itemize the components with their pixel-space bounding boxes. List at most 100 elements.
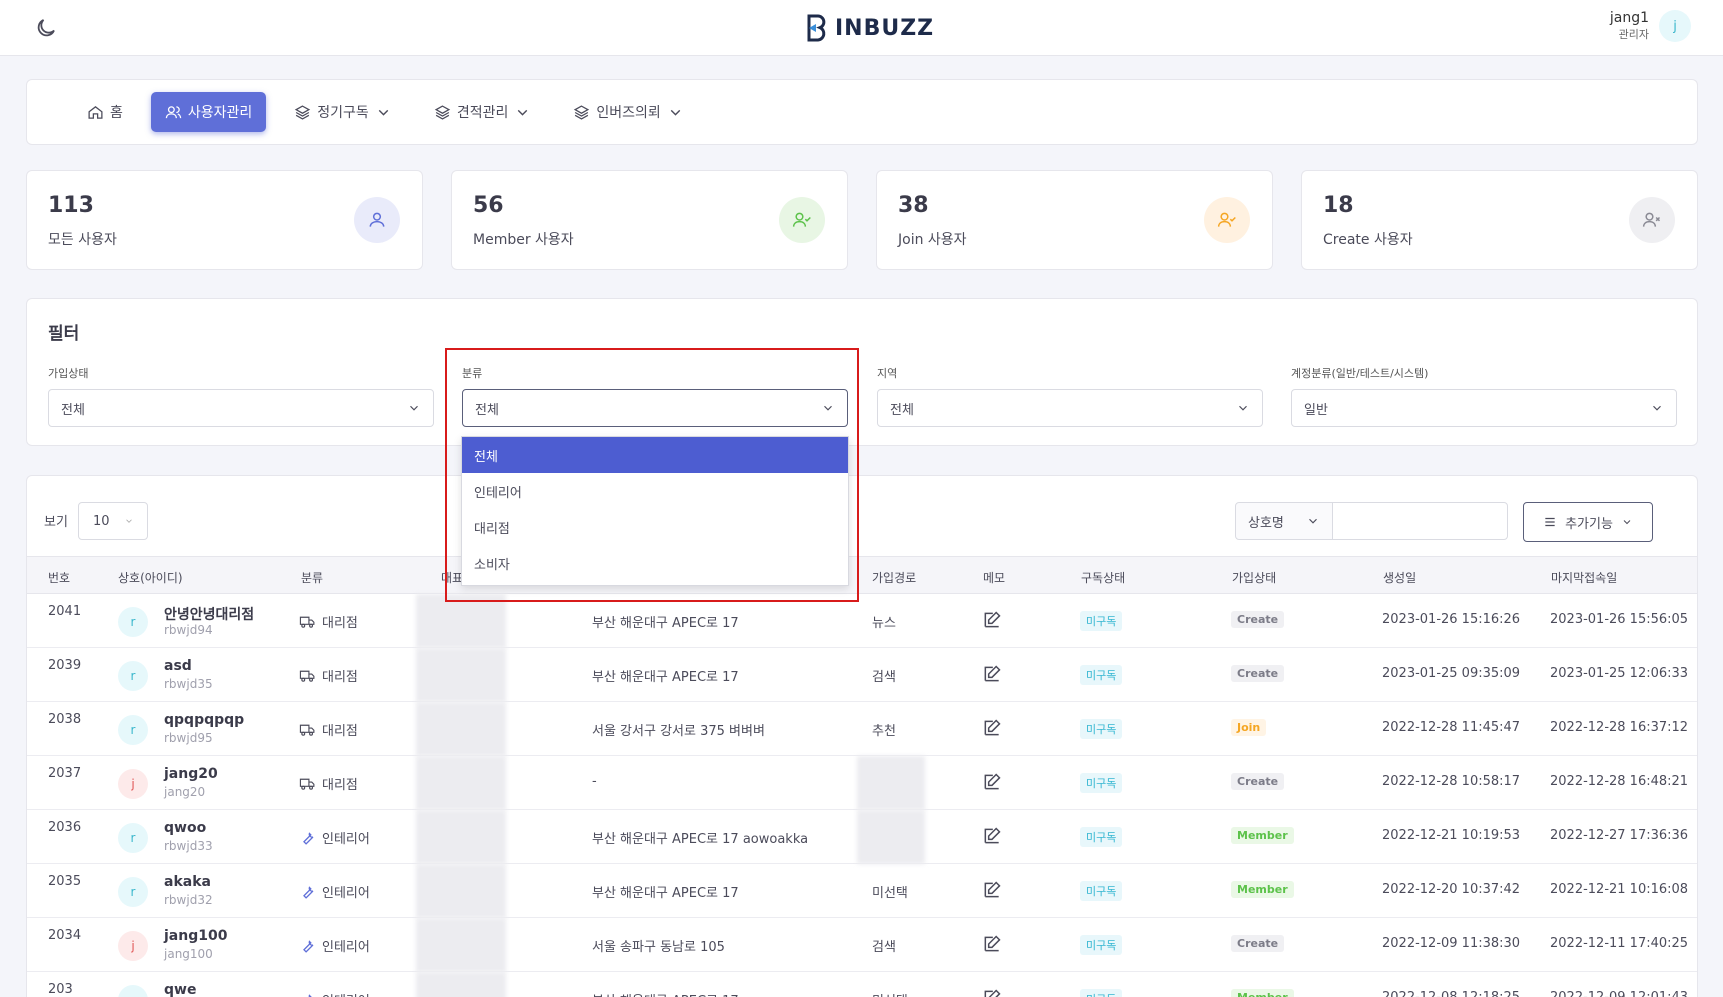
user-check-icon [1204, 197, 1250, 243]
edit-icon[interactable] [982, 934, 1002, 954]
address: 부산 해운대구 APEC로 17 [592, 616, 739, 631]
table-row[interactable]: 2034 j jang100 jang100 인테리어 서울 송파구 동남로 105 검색 미… [27, 918, 1697, 972]
company-name[interactable]: jang100 [164, 928, 227, 944]
th-last-access[interactable]: 마지막접속일 [1551, 569, 1617, 586]
th-created[interactable]: 생성일 [1383, 569, 1416, 586]
stat-card-join: 38 Join 사용자 [876, 170, 1273, 270]
redacted-signup-path [857, 810, 925, 864]
dropdown-option[interactable]: 소비자 [462, 545, 848, 581]
signup-path: 검색 [872, 670, 896, 685]
moon-icon[interactable] [34, 16, 58, 40]
nav-home[interactable]: 홈 [73, 92, 137, 132]
company-name[interactable]: asd [164, 658, 192, 674]
filter-label: 계정분류(일반/테스트/시스템) [1291, 367, 1429, 380]
filter-panel: 필터 가입상태 전체 분류 전체 지역 전체 계정분류(일반/테스트/시스템) … [26, 298, 1698, 446]
th-subscription[interactable]: 구독상태 [1081, 569, 1125, 586]
dropdown-option[interactable]: 인테리어 [462, 473, 848, 509]
user-menu[interactable]: jang1 관리자 j [1610, 10, 1691, 42]
th-memo[interactable]: 메모 [983, 569, 1005, 586]
avatar: r [118, 877, 148, 907]
th-representative[interactable]: 대표 [441, 569, 463, 586]
dropdown-option[interactable]: 대리점 [462, 509, 848, 545]
category-cell: 대리점 [299, 666, 358, 685]
edit-icon[interactable] [982, 610, 1002, 630]
category-label: 인테리어 [322, 990, 370, 997]
avatar: r [118, 823, 148, 853]
page-size-label: 보기 [44, 515, 68, 530]
status-badge: Member [1231, 827, 1294, 844]
edit-icon[interactable] [982, 988, 1002, 997]
company-name[interactable]: akaka [164, 874, 211, 890]
th-signup-path[interactable]: 가입경로 [872, 569, 916, 586]
address: 서울 강서구 강서로 375 벼벼벼 [592, 724, 765, 739]
nav-subscription[interactable]: 정기구독 [280, 92, 406, 132]
company-name[interactable]: qwe [164, 982, 196, 997]
edit-icon[interactable] [982, 772, 1002, 792]
company-name[interactable]: 안녕안녕대리점 [164, 604, 254, 624]
status-badge: Create [1231, 773, 1285, 790]
edit-icon[interactable] [982, 664, 1002, 684]
avatar: j [118, 769, 148, 799]
table-row[interactable]: 2036 r qwoo rbwjd33 인테리어 부산 해운대구 APEC로 17 aow… [27, 810, 1697, 864]
category-select[interactable]: 전체 [462, 389, 848, 427]
table-row[interactable]: 2037 j jang20 jang20 대리점 - 미구독 Create 2022-12-28… [27, 756, 1697, 810]
select-value: 10 [93, 513, 110, 529]
table-row[interactable]: 2038 r qpqpqpqp rbwjd95 대리점 서울 강서구 강서로 375 벼벼… [27, 702, 1697, 756]
category-cell: 인테리어 [299, 990, 370, 997]
th-join-status[interactable]: 가입상태 [1232, 569, 1276, 586]
table-row[interactable]: 2035 r akaka rbwjd32 인테리어 부산 해운대구 APEC로 17 미선택… [27, 864, 1697, 918]
search-type-select[interactable]: 상호명 [1235, 502, 1333, 540]
edit-icon[interactable] [982, 826, 1002, 846]
nav-estimate[interactable]: 견적관리 [420, 92, 546, 132]
redacted-representative [416, 972, 506, 997]
address: 부산 해운대구 APEC로 17 [592, 990, 739, 997]
truck-icon [299, 724, 315, 736]
filter-region: 지역 전체 [877, 365, 1263, 427]
address: 서울 송파구 동남로 105 [592, 940, 725, 955]
layers-icon [434, 104, 451, 120]
company-name[interactable]: jang20 [164, 766, 218, 782]
account-type-select[interactable]: 일반 [1291, 389, 1677, 427]
created-date: 2022-12-20 10:37:42 [1382, 882, 1521, 897]
user-table-panel: 보기 10 상호명 추가기능 번호 상호(아이디) 분류 대표 가입경로 메모 … [26, 475, 1698, 997]
stat-card-all: 113 모든 사용자 [26, 170, 423, 270]
search-input[interactable] [1332, 502, 1508, 540]
signup-path: 미선택 [872, 886, 908, 901]
join-status-select[interactable]: 전체 [48, 389, 434, 427]
more-actions-label: 추가기능 [1565, 516, 1613, 532]
th-number[interactable]: 번호 [48, 569, 70, 586]
edit-icon[interactable] [982, 718, 1002, 738]
company-name[interactable]: qpqpqpqp [164, 712, 244, 728]
company-id: rbwjd33 [164, 839, 213, 853]
nav-inbuzz-request[interactable]: 인버즈의뢰 [559, 92, 697, 132]
subscription-badge: 미구독 [1080, 827, 1123, 847]
last-access-date: 2022-12-21 10:16:08 [1550, 882, 1689, 897]
region-select[interactable]: 전체 [877, 389, 1263, 427]
brand-logo[interactable]: INBUZZ [805, 14, 934, 42]
filter-title: 필터 [48, 324, 80, 344]
filter-category: 분류 전체 [462, 365, 848, 427]
edit-icon[interactable] [982, 880, 1002, 900]
avatar[interactable]: j [1659, 10, 1691, 42]
company-name[interactable]: qwoo [164, 820, 206, 836]
table-row[interactable]: 203 r qwe 인테리어 부산 해운대구 APEC로 17 미선택 미구독 Member 2… [27, 972, 1697, 997]
stat-value: 18 [1323, 193, 1354, 218]
truck-icon [299, 778, 315, 790]
th-company[interactable]: 상호(아이디) [118, 569, 183, 586]
avatar: r [118, 985, 148, 997]
more-actions-button[interactable]: 추가기능 [1523, 502, 1653, 542]
th-category[interactable]: 분류 [301, 569, 323, 586]
nav-user-management[interactable]: 사용자관리 [150, 92, 267, 132]
stat-value: 113 [48, 193, 94, 218]
company-id: rbwjd35 [164, 677, 213, 691]
dropdown-option[interactable]: 전체 [462, 437, 848, 473]
status-badge: Create [1231, 611, 1285, 628]
users-icon [165, 105, 182, 118]
redacted-representative [416, 756, 506, 810]
row-number: 2035 [48, 874, 82, 889]
avatar: r [118, 661, 148, 691]
page-size-select[interactable]: 10 [78, 502, 148, 540]
table-row[interactable]: 2039 r asd rbwjd35 대리점 부산 해운대구 APEC로 17 검색 미구독 C… [27, 648, 1697, 702]
table-row[interactable]: 2041 r 안녕안녕대리점 rbwjd94 대리점 부산 해운대구 APEC로 17 뉴스… [27, 594, 1697, 648]
chevron-down-icon [378, 109, 389, 116]
